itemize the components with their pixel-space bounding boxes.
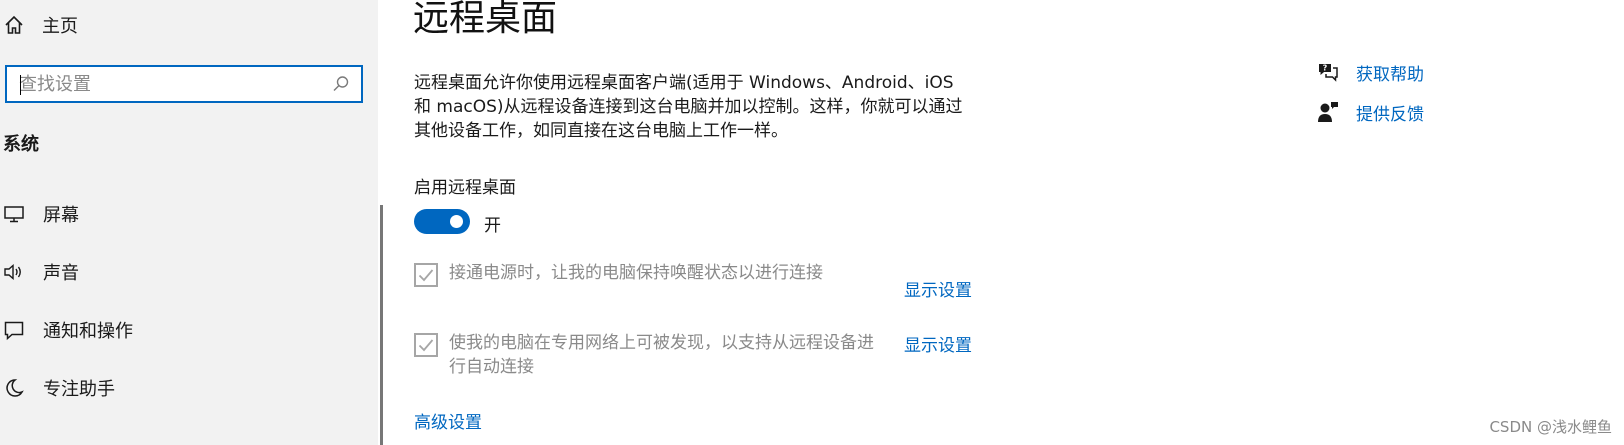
toggle-state-label: 开 bbox=[484, 216, 501, 236]
sidebar-item-notifications[interactable]: 通知和操作 bbox=[0, 314, 133, 346]
checkmark-icon bbox=[418, 269, 434, 282]
sidebar-item-label: 主页 bbox=[42, 16, 78, 37]
enable-remote-desktop-label: 启用远程桌面 bbox=[414, 178, 516, 198]
page-title: 远程桌面 bbox=[413, 0, 558, 39]
home-icon bbox=[2, 13, 26, 37]
search-box[interactable] bbox=[5, 65, 363, 103]
sidebar-item-label: 通知和操作 bbox=[43, 321, 133, 342]
message-icon bbox=[2, 318, 26, 342]
advanced-settings-link[interactable]: 高级设置 bbox=[414, 408, 482, 433]
search-icon[interactable] bbox=[329, 72, 353, 96]
chat-help-icon: ? bbox=[1316, 60, 1340, 84]
discoverable-checkbox[interactable] bbox=[414, 333, 438, 357]
keep-awake-checkbox[interactable] bbox=[414, 263, 438, 287]
get-help-label: 获取帮助 bbox=[1356, 64, 1424, 85]
sidebar-item-label: 专注助手 bbox=[43, 379, 115, 400]
monitor-icon bbox=[2, 202, 26, 226]
sidebar-item-home[interactable]: 主页 bbox=[0, 10, 78, 40]
show-settings-link-1[interactable]: 显示设置 bbox=[904, 276, 972, 301]
sidebar-item-sound[interactable]: 声音 bbox=[0, 256, 79, 288]
sidebar-item-label: 屏幕 bbox=[43, 205, 79, 226]
watermark: CSDN @浅水鲤鱼 bbox=[1489, 418, 1612, 436]
remote-desktop-toggle[interactable] bbox=[414, 209, 470, 234]
keep-awake-label: 接通电源时，让我的电脑保持唤醒状态以进行连接 bbox=[449, 263, 823, 283]
text-caret bbox=[20, 75, 21, 95]
toggle-knob bbox=[450, 215, 463, 228]
feedback-link[interactable]: 提供反馈 bbox=[1316, 99, 1424, 125]
get-help-link[interactable]: ? 获取帮助 bbox=[1316, 59, 1424, 85]
sidebar-item-focus-assist[interactable]: 专注助手 bbox=[0, 372, 115, 404]
sidebar-item-display[interactable]: 屏幕 bbox=[0, 198, 79, 230]
svg-text:?: ? bbox=[1323, 64, 1328, 73]
discoverable-label: 使我的电脑在专用网络上可被发现，以支持从远程设备进行自动连接 bbox=[449, 333, 874, 377]
sidebar: 主页 系统 屏幕 声音 bbox=[0, 0, 378, 445]
scrollbar[interactable] bbox=[380, 205, 383, 445]
feedback-label: 提供反馈 bbox=[1356, 104, 1424, 125]
moon-icon bbox=[2, 376, 26, 400]
speaker-icon bbox=[2, 260, 26, 284]
feedback-person-icon bbox=[1316, 100, 1340, 124]
show-settings-link-2[interactable]: 显示设置 bbox=[904, 331, 972, 356]
page-description: 远程桌面允许你使用远程桌面客户端(适用于 Windows、Android、iOS… bbox=[414, 73, 963, 141]
search-input[interactable] bbox=[7, 66, 329, 102]
sidebar-section-title: 系统 bbox=[3, 134, 39, 155]
sidebar-item-label: 声音 bbox=[43, 263, 79, 284]
checkmark-icon bbox=[418, 339, 434, 352]
